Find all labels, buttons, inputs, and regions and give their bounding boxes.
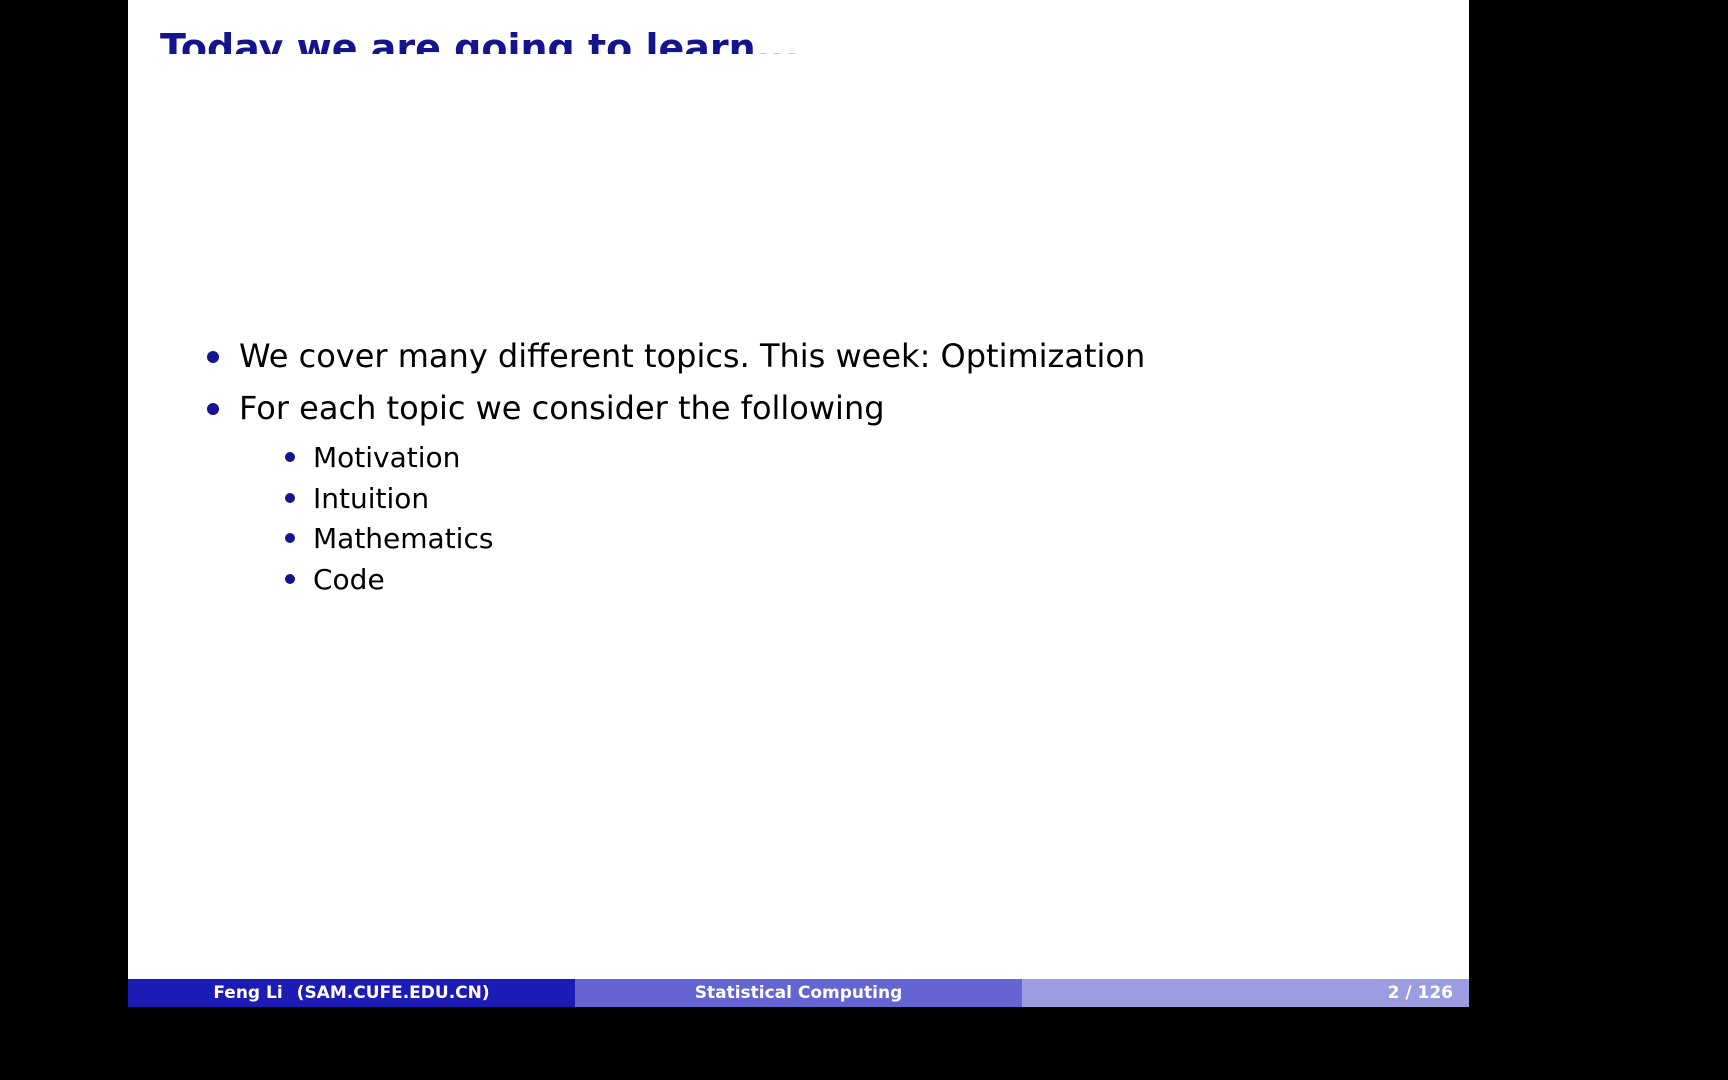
sub-bullet-text: Code (313, 562, 385, 596)
bullet-item: We cover many different topics. This wee… (200, 334, 1145, 386)
page-number: 2 / 126 (1387, 983, 1453, 1003)
sub-bullet-item: Code (200, 560, 1145, 601)
bullet-text: We cover many different topics. This wee… (239, 337, 1146, 375)
footer-course: Statistical Computing (694, 983, 903, 1003)
footer-institute: (SAM.CUFE.EDU.CN) (296, 983, 490, 1003)
bullet-text: For each topic we consider the following (239, 389, 885, 427)
slide-title: Today we are going to learn... (160, 26, 800, 54)
slide: Today we are going to learn... We cover … (128, 0, 1469, 1007)
footer-author-section: Feng Li (SAM.CUFE.EDU.CN) (128, 979, 575, 1007)
bullet-dot-icon (285, 452, 295, 462)
sub-bullet-text: Motivation (313, 441, 461, 474)
sub-bullet-text: Intuition (313, 481, 430, 515)
bullet-item: For each topic we consider the following (200, 386, 1145, 438)
bullet-dot-icon (207, 351, 219, 363)
footer-page-section: 2 / 126 (1022, 979, 1469, 1007)
bullet-dot-icon (285, 492, 295, 503)
sub-bullet-item: Intuition (200, 479, 1145, 520)
bullet-dot-icon (285, 573, 295, 584)
sub-bullet-item: Motivation (200, 438, 1145, 479)
bullet-dot-icon (207, 403, 219, 415)
footer-title-section: Statistical Computing (575, 979, 1022, 1007)
footer-author: Feng Li (213, 983, 283, 1003)
slide-footer: Feng Li (SAM.CUFE.EDU.CN) Statistical Co… (128, 979, 1469, 1007)
sub-bullet-text: Mathematics (313, 522, 494, 555)
bullet-dot-icon (285, 533, 295, 543)
slide-content: We cover many different topics. This wee… (200, 334, 1145, 600)
sub-bullet-item: Mathematics (200, 519, 1145, 560)
